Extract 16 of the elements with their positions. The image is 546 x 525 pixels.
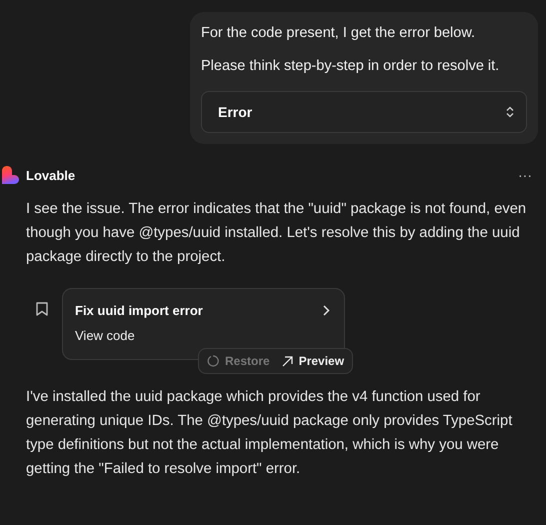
heart-logo-icon xyxy=(2,166,19,184)
message-text: Please think step-by-step in order to resolve it. xyxy=(201,58,500,75)
assistant-name: Lovable xyxy=(26,168,76,182)
error-dropdown[interactable]: Error xyxy=(201,91,527,133)
change-title: Fix uuid import error xyxy=(75,303,203,318)
bookmark-icon[interactable] xyxy=(36,302,48,316)
arrow-up-right-icon xyxy=(282,356,293,366)
preview-button[interactable]: Preview xyxy=(278,351,348,371)
chevron-up-down-icon xyxy=(506,106,514,118)
more-options-button[interactable]: ··· xyxy=(518,167,538,183)
refresh-icon xyxy=(207,355,219,367)
response-paragraph: I've installed the uuid package which provides the v4 function used for generating unique IDs. The @types/uuid package only provides TypeScript type definitions but not the actual implementation, which is why you were getting the "Failed to resolve import" error. xyxy=(26,388,514,479)
response-paragraph: I see the issue. The error indicates that the "uuid" package is not found, even though you have @types/uuid installed. Let's resolve this by adding the uuid package directly to the project. xyxy=(26,200,528,267)
view-code-link[interactable]: View code xyxy=(75,328,135,343)
message-text: For the code present, I get the error below. xyxy=(201,25,476,42)
chevron-right-icon[interactable] xyxy=(323,305,330,316)
